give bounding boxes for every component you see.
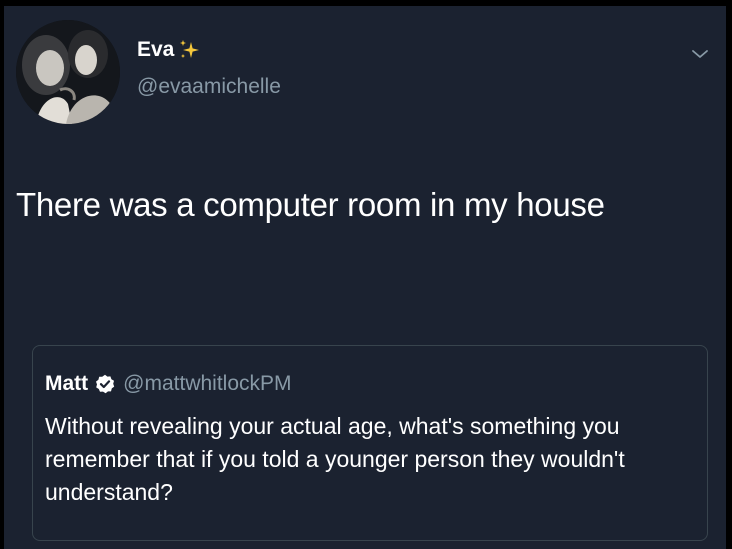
quoted-tweet[interactable]: Matt @mattwhitlockPM Without revealing y… xyxy=(32,345,708,541)
tweet-card: Eva @evaamichelle There was a computer r… xyxy=(4,6,726,549)
avatar[interactable] xyxy=(16,20,120,124)
sparkles-icon xyxy=(178,39,200,61)
chevron-down-icon[interactable] xyxy=(688,42,712,66)
author-name[interactable]: Eva xyxy=(137,38,200,62)
quoted-tweet-header: Matt @mattwhitlockPM xyxy=(45,372,292,396)
tweet-text: There was a computer room in my house xyxy=(16,186,605,223)
profile-photo-icon xyxy=(16,20,120,124)
quoted-author-handle[interactable]: @mattwhitlockPM xyxy=(123,372,291,396)
quoted-tweet-text: Without revealing your actual age, what'… xyxy=(45,413,625,505)
author-handle[interactable]: @evaamichelle xyxy=(137,75,281,99)
author-name-text: Eva xyxy=(137,38,175,61)
quoted-author-name[interactable]: Matt xyxy=(45,372,88,396)
verified-badge-icon xyxy=(95,374,115,394)
